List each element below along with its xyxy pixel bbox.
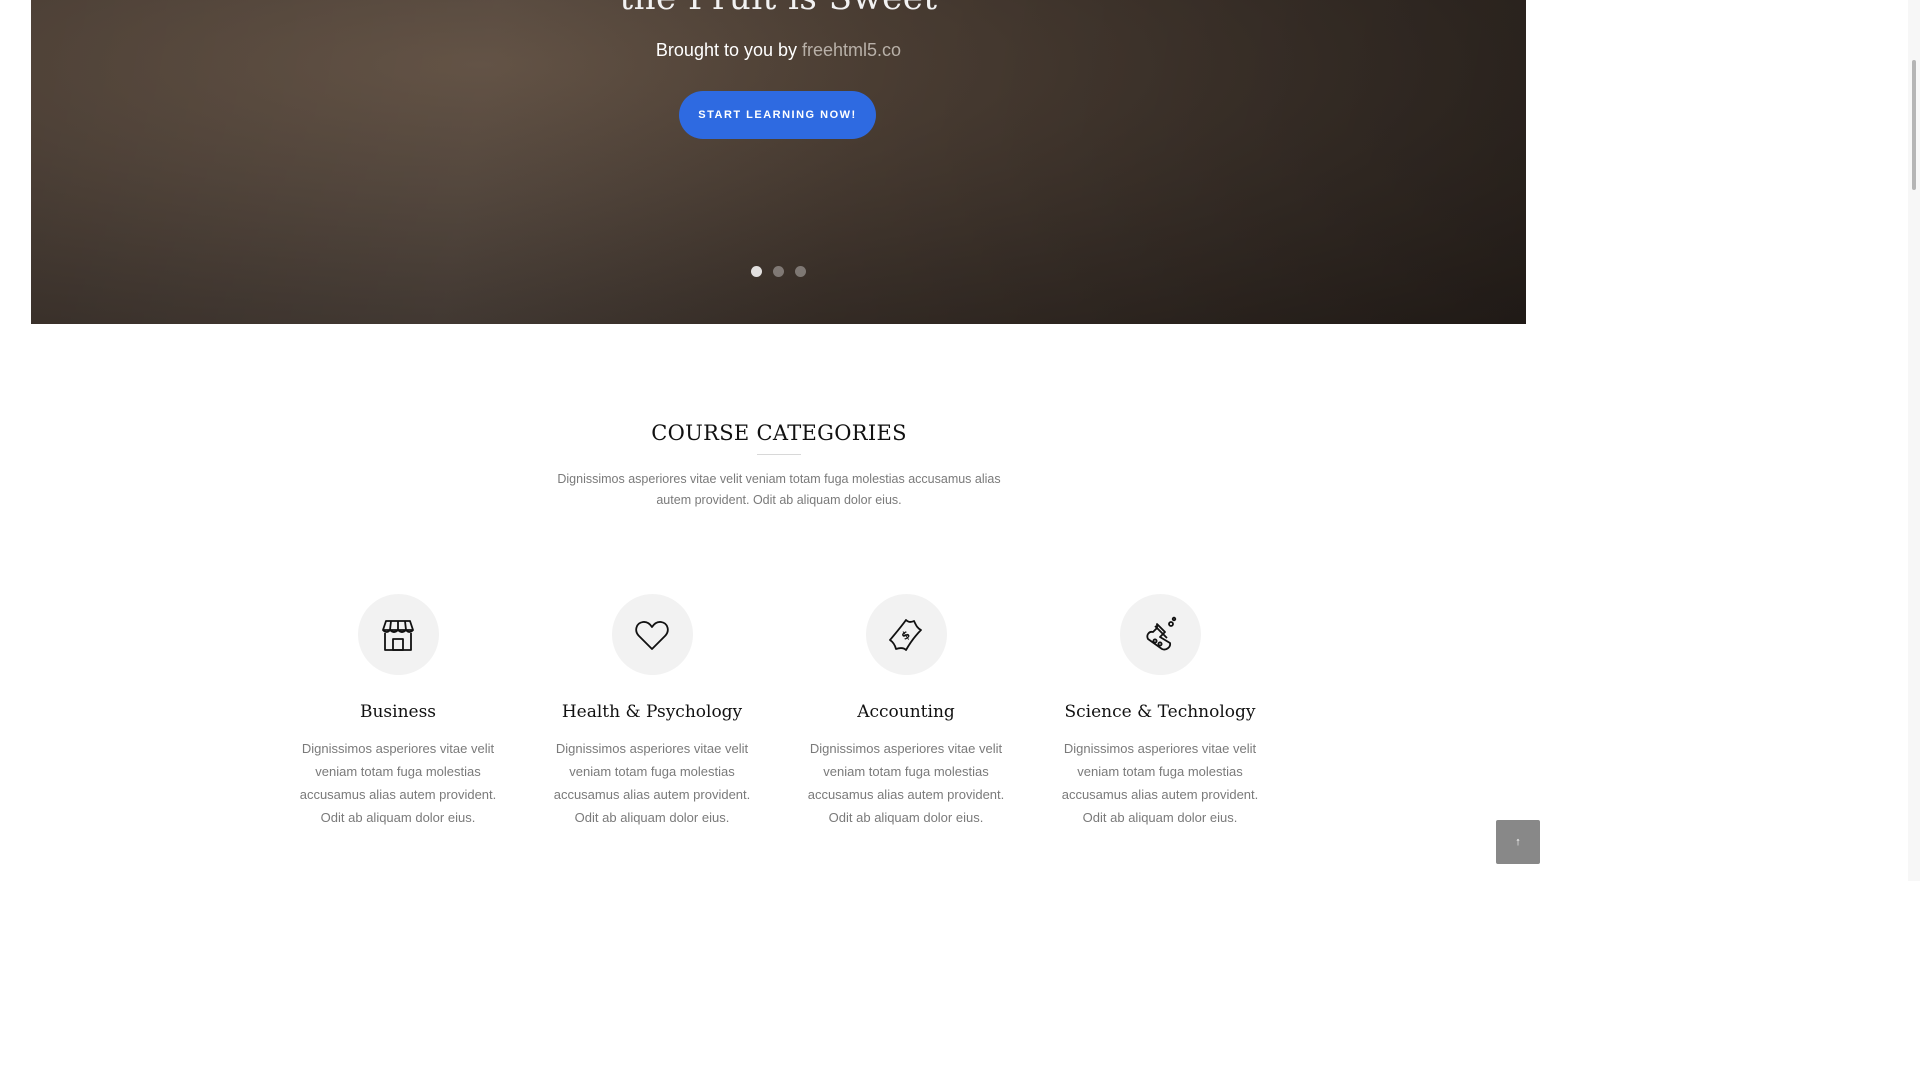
category-description: Dignissimos asperiores vitae velit venia… <box>807 741 1005 825</box>
category-description: Dignissimos asperiores vitae velit venia… <box>299 741 497 825</box>
category-title: Science & Technology <box>1064 702 1256 722</box>
category-icon-circle: $ <box>865 594 947 675</box>
slider-dot-1[interactable] <box>751 266 762 277</box>
category-card-science[interactable]: Science & Technology Dignissimos asperio… <box>1033 594 1287 829</box>
hero-title: the Fruit is Sweet <box>31 0 1526 18</box>
category-title: Health & Psychology <box>561 702 743 722</box>
category-card-business[interactable]: Business Dignissimos asperiores vitae ve… <box>271 594 525 829</box>
start-learning-button[interactable]: START LEARNING NOW! <box>679 91 876 139</box>
svg-text:$: $ <box>899 627 913 642</box>
category-description: Dignissimos asperiores vitae velit venia… <box>553 741 751 825</box>
title-divider <box>757 454 801 455</box>
money-icon: $ <box>889 618 922 651</box>
section-description: Dignissimos asperiores vitae velit venia… <box>557 472 1001 507</box>
page-scrollbar[interactable] <box>1908 0 1920 881</box>
slider-dot-2[interactable] <box>773 266 784 277</box>
category-card-health[interactable]: Health & Psychology Dignissimos asperior… <box>525 594 779 829</box>
heart-icon <box>635 620 669 650</box>
section-title: COURSE CATEGORIES <box>651 421 907 445</box>
hero-subtitle-link[interactable]: freehtml5.co <box>802 40 901 60</box>
course-categories: Business Dignissimos asperiores vitae ve… <box>0 594 1568 844</box>
scrollbar-thumb[interactable] <box>1912 60 1916 190</box>
category-icon-circle <box>1119 594 1201 675</box>
slider-dots <box>31 266 1526 277</box>
slider-dot-3[interactable] <box>795 266 806 277</box>
shop-icon <box>382 619 414 651</box>
arrow-up-icon: ↑ <box>1515 836 1521 848</box>
hero-subtitle-prefix: Brought to you by <box>655 40 803 60</box>
flask-icon <box>1146 616 1177 650</box>
category-title: Accounting <box>857 702 955 722</box>
category-icon-circle <box>357 594 439 675</box>
category-card-accounting[interactable]: $ Accounting Dignissimos asperiores vita… <box>779 594 1033 829</box>
hero-subtitle: Brought to you by freehtml5.co <box>31 40 1526 61</box>
category-icon-circle <box>611 594 693 675</box>
back-to-top-button[interactable]: ↑ <box>1496 820 1540 864</box>
category-title: Business <box>359 702 437 722</box>
hero-slider: the Fruit is Sweet Brought to you by fre… <box>31 0 1526 324</box>
category-description: Dignissimos asperiores vitae velit venia… <box>1061 741 1259 825</box>
